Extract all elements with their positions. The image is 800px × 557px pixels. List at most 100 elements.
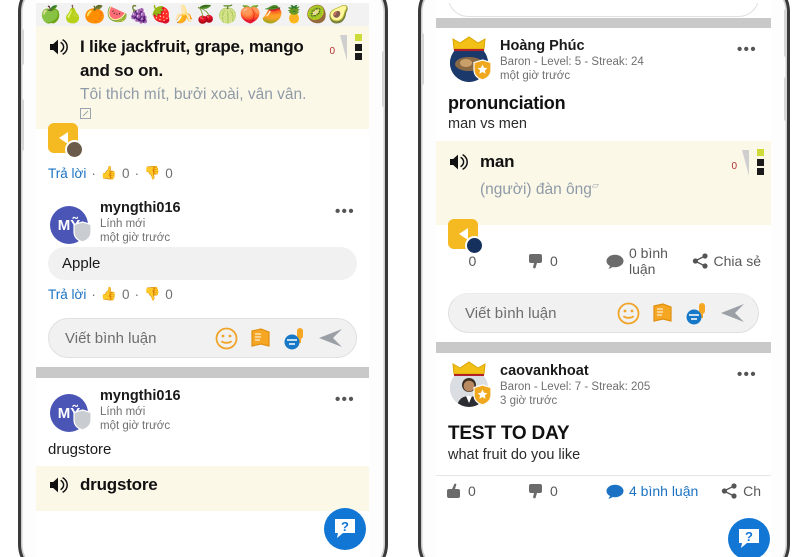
like-count: 0 xyxy=(122,286,130,302)
phone-right-screen: Hoàng Phúc Baron - Level: 5 - Streak: 24… xyxy=(436,0,771,557)
phone-right: Hoàng Phúc Baron - Level: 5 - Streak: 24… xyxy=(418,0,790,557)
comments-count: 4 bình luận xyxy=(629,483,699,500)
thumb-down-icon[interactable]: 👎 xyxy=(144,286,160,302)
more-icon[interactable]: ••• xyxy=(733,38,759,58)
audio-play-badge-row[interactable] xyxy=(36,123,369,163)
post-action-bar: 0 0 4 bình luận Ch xyxy=(436,475,771,506)
word-highlight-card[interactable]: drugstore xyxy=(36,466,369,511)
vertical-dots-icon[interactable] xyxy=(757,149,764,178)
share-icon xyxy=(692,253,709,269)
more-icon[interactable]: ••• xyxy=(331,200,357,220)
voice-record-icon[interactable] xyxy=(685,302,709,325)
dislike-action[interactable]: 0 xyxy=(528,483,606,499)
crown-icon xyxy=(452,36,486,51)
comment-input-bar[interactable]: Viết bình luận xyxy=(48,318,357,358)
voice-record-icon[interactable] xyxy=(283,327,307,350)
comments-action[interactable]: 0 bình luận xyxy=(606,245,692,277)
thumb-down-icon xyxy=(528,253,545,269)
dislike-count: 0 xyxy=(550,483,558,500)
comments-action[interactable]: 4 bình luận xyxy=(606,483,721,499)
reply-link[interactable]: Trả lời xyxy=(48,287,86,302)
post-username[interactable]: Hoàng Phúc xyxy=(500,38,733,55)
phone-right-button-2[interactable] xyxy=(784,9,787,57)
section-divider xyxy=(436,342,771,354)
phone-left-button-3[interactable] xyxy=(382,51,385,107)
partial-comment-input[interactable] xyxy=(436,3,771,18)
smiley-icon[interactable] xyxy=(215,327,238,350)
flag-triangle-icon xyxy=(742,150,749,176)
phone-left: 🍏🍐🍊🍉🍇🍓🍌🍒🍈🍑🥭🍍🥝🥑 0 I like jackfruit, grape… xyxy=(18,0,388,557)
dictionary-book-icon[interactable] xyxy=(249,327,272,349)
more-icon[interactable]: ••• xyxy=(331,388,357,408)
phone-left-button-2[interactable] xyxy=(21,99,24,151)
thumb-up-icon[interactable]: 👍 xyxy=(101,286,117,302)
shield-badge-icon xyxy=(73,221,92,243)
shield-badge-icon xyxy=(473,384,492,406)
comment-time: một giờ trước xyxy=(100,232,171,244)
send-icon[interactable] xyxy=(720,302,746,324)
audio-play-badge-row[interactable] xyxy=(436,219,771,256)
word-highlight-card[interactable]: 0 man (người) đàn ông▱ xyxy=(436,141,771,226)
comment-username[interactable]: myngthi016 xyxy=(100,388,331,405)
comment-rank: Lính mới xyxy=(100,218,146,230)
separator: · xyxy=(91,286,96,302)
emoji-list: 🍏🍐🍊🍉🍇🍓🍌🍒🍈🍑🥭🍍🥝🥑 xyxy=(40,5,351,24)
dislike-action[interactable]: 0 xyxy=(528,253,606,269)
comment-text: Apple xyxy=(48,247,357,280)
comment-username[interactable]: myngthi016 xyxy=(100,200,331,217)
more-icon[interactable]: ••• xyxy=(733,363,759,383)
vertical-dots-icon[interactable] xyxy=(355,34,362,63)
post-title: pronunciation xyxy=(448,93,566,113)
dislike-count: 0 xyxy=(165,165,173,181)
phone-right-button-3[interactable] xyxy=(784,77,787,121)
thumb-up-icon[interactable]: 👍 xyxy=(101,165,117,181)
sentence-vietnamese: Tôi thích mít, bưởi xoài, vân vân. xyxy=(80,86,307,103)
send-icon[interactable] xyxy=(318,327,344,349)
post-title: TEST TO DAY xyxy=(448,423,570,445)
phone-right-button-1[interactable] xyxy=(421,33,424,85)
help-button[interactable]: ? xyxy=(728,518,770,557)
avatar[interactable] xyxy=(448,36,492,82)
like-action[interactable]: 0 xyxy=(446,483,528,499)
shield-badge-icon xyxy=(73,409,92,431)
comment-input-bar[interactable]: Viết bình luận xyxy=(448,293,759,334)
comment-input-placeholder[interactable]: Viết bình luận xyxy=(465,305,617,322)
post-username[interactable]: caovankhoat xyxy=(500,363,733,380)
comments-count: 0 bình luận xyxy=(629,245,668,278)
help-button[interactable]: ? xyxy=(324,508,366,550)
share-action[interactable]: Ch xyxy=(721,483,761,499)
speaker-icon[interactable] xyxy=(448,150,470,172)
reply-row: Trả lời · 👍 0 · 👎 0 xyxy=(36,163,369,190)
phone-left-button-1[interactable] xyxy=(21,29,24,65)
vote-count: 0 xyxy=(329,46,335,57)
help-bubble-icon: ? xyxy=(739,529,759,548)
share-icon xyxy=(721,483,738,499)
shield-badge-icon xyxy=(473,59,492,81)
separator: · xyxy=(134,286,140,302)
like-count: 0 xyxy=(468,483,476,500)
thumb-down-icon[interactable]: 👎 xyxy=(144,165,160,181)
speaker-icon[interactable] xyxy=(48,473,70,495)
reply-link[interactable]: Trả lời xyxy=(48,166,86,181)
edit-icon[interactable] xyxy=(80,108,325,119)
sentence-highlight-card[interactable]: 0 I like jackfruit, grape, mango and so … xyxy=(36,26,369,129)
recorder-avatar xyxy=(65,140,84,159)
emoji-picker-strip[interactable]: 🍏🍐🍊🍉🍇🍓🍌🍒🍈🍑🥭🍍🥝🥑 xyxy=(36,3,369,26)
comment-input-placeholder[interactable]: Viết bình luận xyxy=(65,330,215,347)
smiley-icon[interactable] xyxy=(617,302,640,325)
phone-left-screen: 🍏🍐🍊🍉🍇🍓🍌🍒🍈🍑🥭🍍🥝🥑 0 I like jackfruit, grape… xyxy=(36,0,369,557)
avatar[interactable] xyxy=(448,361,492,408)
post-rank: Baron - Level: 7 - Streak: 205 xyxy=(500,381,651,394)
dislike-count: 0 xyxy=(550,253,558,270)
avatar[interactable]: MỸ xyxy=(48,200,92,244)
like-count: 0 xyxy=(468,253,477,270)
section-divider xyxy=(36,367,369,378)
speaker-icon[interactable] xyxy=(48,35,70,57)
edit-icon[interactable]: ▱ xyxy=(592,180,599,190)
share-action[interactable]: Chia sẻ xyxy=(692,253,761,269)
comment-bubble-icon xyxy=(606,484,624,499)
comment-item: MỸ myngthi016 Lính mới một giờ trước ••• xyxy=(36,378,369,511)
like-action[interactable]: 👍 0 xyxy=(446,253,528,270)
dictionary-book-icon[interactable] xyxy=(651,302,674,324)
avatar[interactable]: MỸ xyxy=(48,388,92,432)
